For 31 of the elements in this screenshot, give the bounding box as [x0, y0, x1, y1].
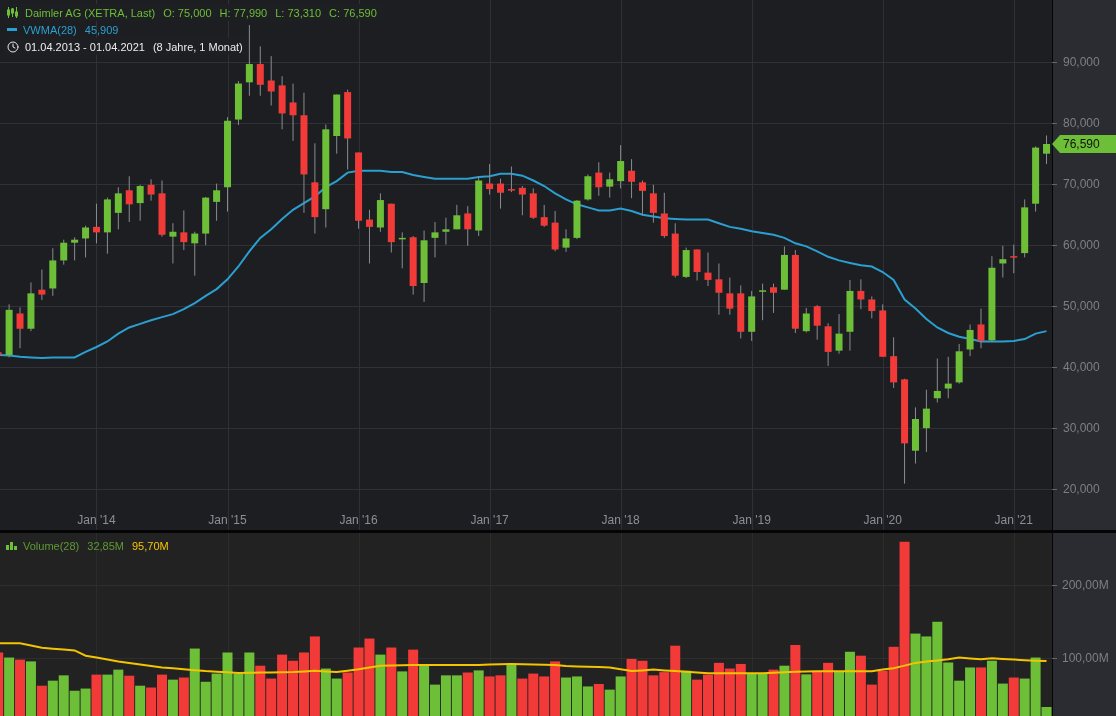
axis-label: 100,00M: [1062, 650, 1109, 665]
axis-label: Jan '20: [863, 513, 902, 527]
axis-label: Jan '14: [77, 513, 116, 527]
axis-label: 30,000: [1063, 421, 1100, 436]
indicator-value: 45,909: [84, 23, 119, 36]
indicator-name: VWMA(28): [23, 23, 77, 36]
ohlc-value: L: 73,310: [275, 6, 322, 19]
ohlc-value: O: 75,000: [163, 6, 212, 19]
instrument-title: Daimler AG (XETRA, Last): [25, 6, 156, 19]
axis-label: Jan '19: [732, 513, 771, 527]
price-tag: 76,590: [1052, 135, 1116, 153]
volume-average-value: 95,70M: [131, 540, 169, 552]
duration-text: (8 Jahre, 1 Monat): [152, 40, 243, 53]
axis-label: Jan '15: [208, 513, 247, 527]
axis-label: 70,000: [1063, 177, 1100, 192]
ohlc-value: H: 77,990: [219, 6, 268, 19]
axis-label: Jan '21: [994, 513, 1033, 527]
axis-label: 40,000: [1063, 360, 1100, 375]
date-range: 01.04.2013 - 01.04.2021: [25, 40, 145, 53]
axis-label: Jan '17: [470, 513, 509, 527]
axis-label: 60,000: [1063, 238, 1100, 253]
axis-label: 20,000: [1063, 482, 1100, 497]
volume-label: Volume(28): [23, 540, 80, 552]
ohlc-value: C: 76,590: [329, 6, 377, 19]
axis-label: 200,00M: [1062, 577, 1109, 592]
axis-label: 80,000: [1063, 116, 1100, 131]
axis-label: 50,000: [1063, 299, 1100, 314]
axis-label: Jan '16: [339, 513, 378, 527]
volume-value: 32,85M: [87, 540, 124, 552]
axis-label: 90,000: [1063, 55, 1100, 70]
axis-label: Jan '18: [601, 513, 640, 527]
